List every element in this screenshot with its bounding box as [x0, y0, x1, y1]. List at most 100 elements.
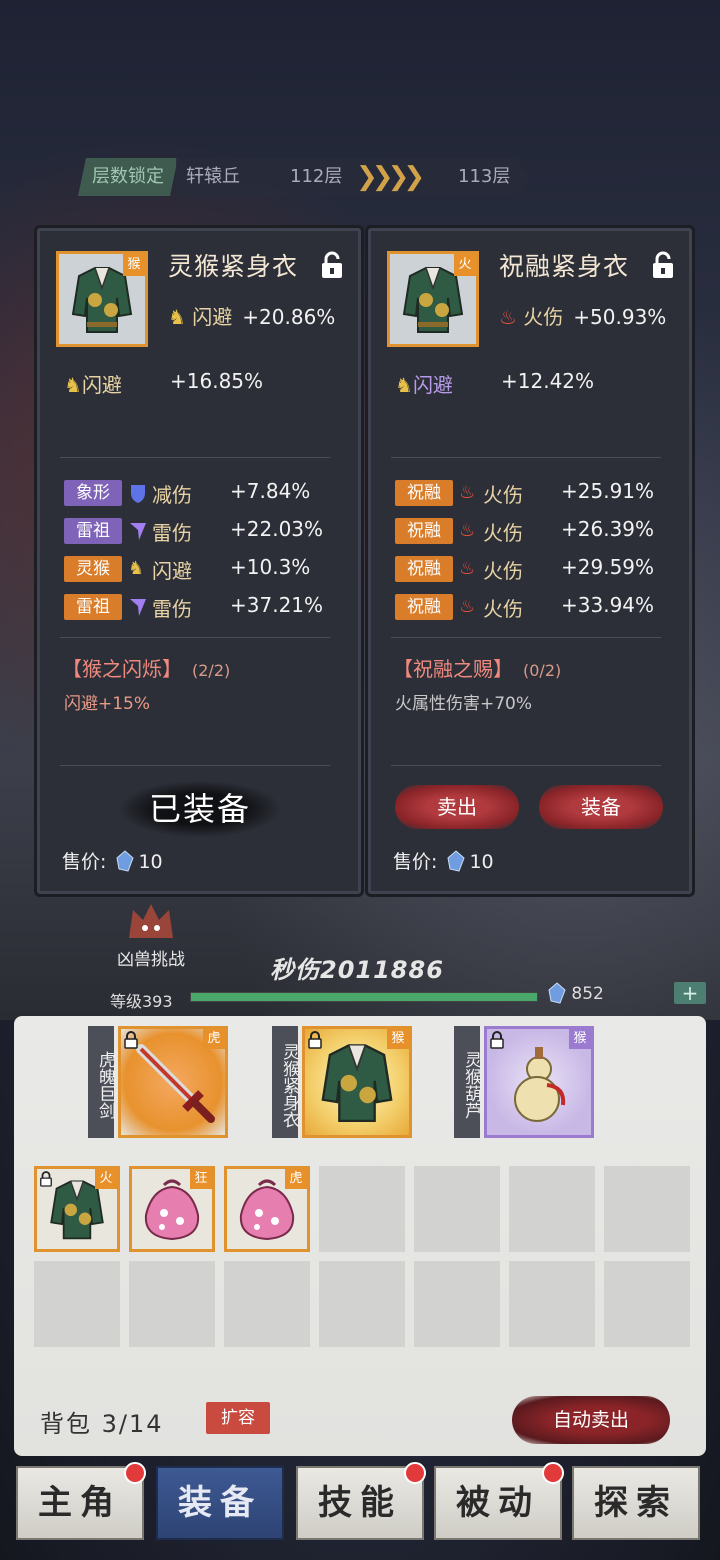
equipped-item[interactable]: 猴 [484, 1026, 594, 1138]
empty-slot[interactable] [224, 1261, 310, 1347]
monster-challenge-button[interactable]: 凶兽挑战 [96, 898, 206, 970]
item-detail-panel-new: 火 祝融紧身衣 ♨ 火伤 +50.93% ♞闪避 +12.42% 祝融 ♨ 火伤 … [368, 228, 692, 894]
attribute-row: 雷祖 雷伤 +22.03% [64, 515, 344, 553]
item-icon: 火 [387, 251, 479, 347]
divider [391, 457, 661, 458]
divider [60, 457, 330, 458]
lock-icon [124, 1031, 138, 1049]
unlock-icon[interactable] [320, 251, 344, 279]
dps-value: 秒伤2011886 [270, 956, 444, 984]
item-name: 祝融紧身衣 [499, 252, 630, 281]
thunder-icon [130, 599, 146, 616]
floor-current: 112层 [290, 166, 343, 187]
set-bonus-desc: 火属性伤害+70% [395, 694, 533, 714]
extra-attributes: 象形 减伤 +7.84% 雷祖 雷伤 +22.03% 灵猴 ♞ 闪避 +10.3… [64, 477, 344, 629]
equipped-item[interactable]: 猴 [302, 1026, 412, 1138]
source-tag: 祝融 [395, 556, 453, 582]
auto-sell-button[interactable]: 自动卖出 [512, 1396, 670, 1444]
source-tag: 祝融 [395, 518, 453, 544]
equipped-item[interactable]: 虎 [118, 1026, 228, 1138]
attribute-row: 祝融 ♨ 火伤 +26.39% [395, 515, 675, 553]
thunder-icon [130, 523, 146, 540]
extra-attributes: 祝融 ♨ 火伤 +25.91% 祝融 ♨ 火伤 +26.39% 祝融 ♨ 火伤 … [395, 477, 675, 629]
unlock-icon[interactable] [651, 251, 675, 279]
element-tag: 狂 [190, 1169, 212, 1189]
chevrons-icon: ❯❯❯❯ [356, 162, 425, 192]
sell-button[interactable]: 卖出 [395, 785, 519, 829]
divider [391, 765, 661, 766]
source-tag: 雷祖 [64, 518, 122, 544]
empty-slot[interactable] [414, 1166, 500, 1252]
dodge-icon: ♞ [128, 558, 145, 579]
nav-tab-explore[interactable]: 探索 [572, 1466, 700, 1540]
nav-tab-hero[interactable]: 主角 [16, 1462, 146, 1540]
element-tag: 火 [454, 254, 476, 276]
empty-slot[interactable] [319, 1166, 405, 1252]
lock-icon [40, 1171, 52, 1187]
price: 售价: 10 [393, 850, 494, 873]
floor-lock-button[interactable]: 层数锁定 [78, 158, 178, 196]
beast-icon [129, 904, 173, 938]
fire-icon: ♨ [499, 305, 517, 329]
slot-label: 灵猴葫芦 [454, 1026, 481, 1138]
set-bonus-desc: 闪避+15% [64, 694, 151, 714]
notification-badge [124, 1462, 146, 1484]
bag-capacity: 背包 3/14 [40, 1410, 164, 1438]
element-tag: 虎 [285, 1169, 307, 1189]
source-tag: 灵猴 [64, 556, 122, 582]
xp-fill [191, 993, 537, 1001]
fire-icon: ♨ [459, 520, 476, 541]
equipped-status: 已装备 [120, 781, 280, 837]
item-name: 灵猴紧身衣 [168, 252, 299, 281]
crystal-icon [116, 850, 135, 872]
nav-tab-equipment[interactable]: 装备 [156, 1466, 284, 1540]
attribute-row: 雷祖 雷伤 +37.21% [64, 591, 344, 629]
set-bonus-title: 【祝融之赐】 (0/2) [393, 657, 562, 681]
location-name: 轩辕丘 [186, 166, 240, 187]
equip-button[interactable]: 装备 [539, 785, 663, 829]
empty-slot[interactable] [509, 1166, 595, 1252]
item-detail-panel-equipped: 猴 灵猴紧身衣 ♞ 闪避 +20.86% ♞闪避 +16.85% 象形 减伤 +7… [37, 228, 361, 894]
empty-slot[interactable] [604, 1166, 690, 1252]
bag-item[interactable]: 虎 [224, 1166, 310, 1252]
notification-badge [542, 1462, 564, 1484]
element-tag: 猴 [387, 1029, 409, 1049]
attribute-row: 祝融 ♨ 火伤 +29.59% [395, 553, 675, 591]
main-attribute: ♨ 火伤 +50.93% [499, 305, 667, 329]
attribute-row: 灵猴 ♞ 闪避 +10.3% [64, 553, 344, 591]
fire-icon: ♨ [459, 558, 476, 579]
bag-item[interactable]: 火 [34, 1166, 120, 1252]
crystal-icon [447, 850, 466, 872]
source-tag: 祝融 [395, 594, 453, 620]
empty-slot[interactable] [414, 1261, 500, 1347]
dodge-icon: ♞ [64, 373, 82, 397]
empty-slot[interactable] [604, 1261, 690, 1347]
source-tag: 祝融 [395, 480, 453, 506]
empty-slot[interactable] [34, 1261, 120, 1347]
lock-icon [490, 1031, 504, 1049]
element-tag: 猴 [569, 1029, 591, 1049]
main-attribute: ♞ 闪避 +20.86% [168, 305, 336, 329]
player-level: 等级393 [110, 992, 173, 1011]
bag-item[interactable]: 狂 [129, 1166, 215, 1252]
sub-attribute: ♞闪避 +16.85% [64, 369, 264, 397]
divider [60, 637, 330, 638]
notification-badge [404, 1462, 426, 1484]
add-crystal-button[interactable]: + [674, 982, 706, 1004]
attribute-row: 祝融 ♨ 火伤 +25.91% [395, 477, 675, 515]
floor-next: 113层 [458, 166, 511, 187]
attribute-row: 象形 减伤 +7.84% [64, 477, 344, 515]
divider [60, 765, 330, 766]
bottom-nav: 主角 装备 技能 被动 探索 [16, 1462, 706, 1544]
nav-tab-passive[interactable]: 被动 [434, 1462, 564, 1540]
item-icon: 猴 [56, 251, 148, 347]
dodge-icon: ♞ [168, 305, 186, 329]
element-tag: 火 [95, 1169, 117, 1189]
empty-slot[interactable] [319, 1261, 405, 1347]
empty-slot[interactable] [509, 1261, 595, 1347]
expand-button[interactable]: 扩容 [206, 1402, 270, 1434]
nav-tab-skills[interactable]: 技能 [296, 1462, 426, 1540]
crystal-icon [548, 982, 566, 1004]
floor-bar: 层数锁定 轩辕丘 112层 ❯❯❯❯ 113层 [78, 158, 530, 196]
empty-slot[interactable] [129, 1261, 215, 1347]
